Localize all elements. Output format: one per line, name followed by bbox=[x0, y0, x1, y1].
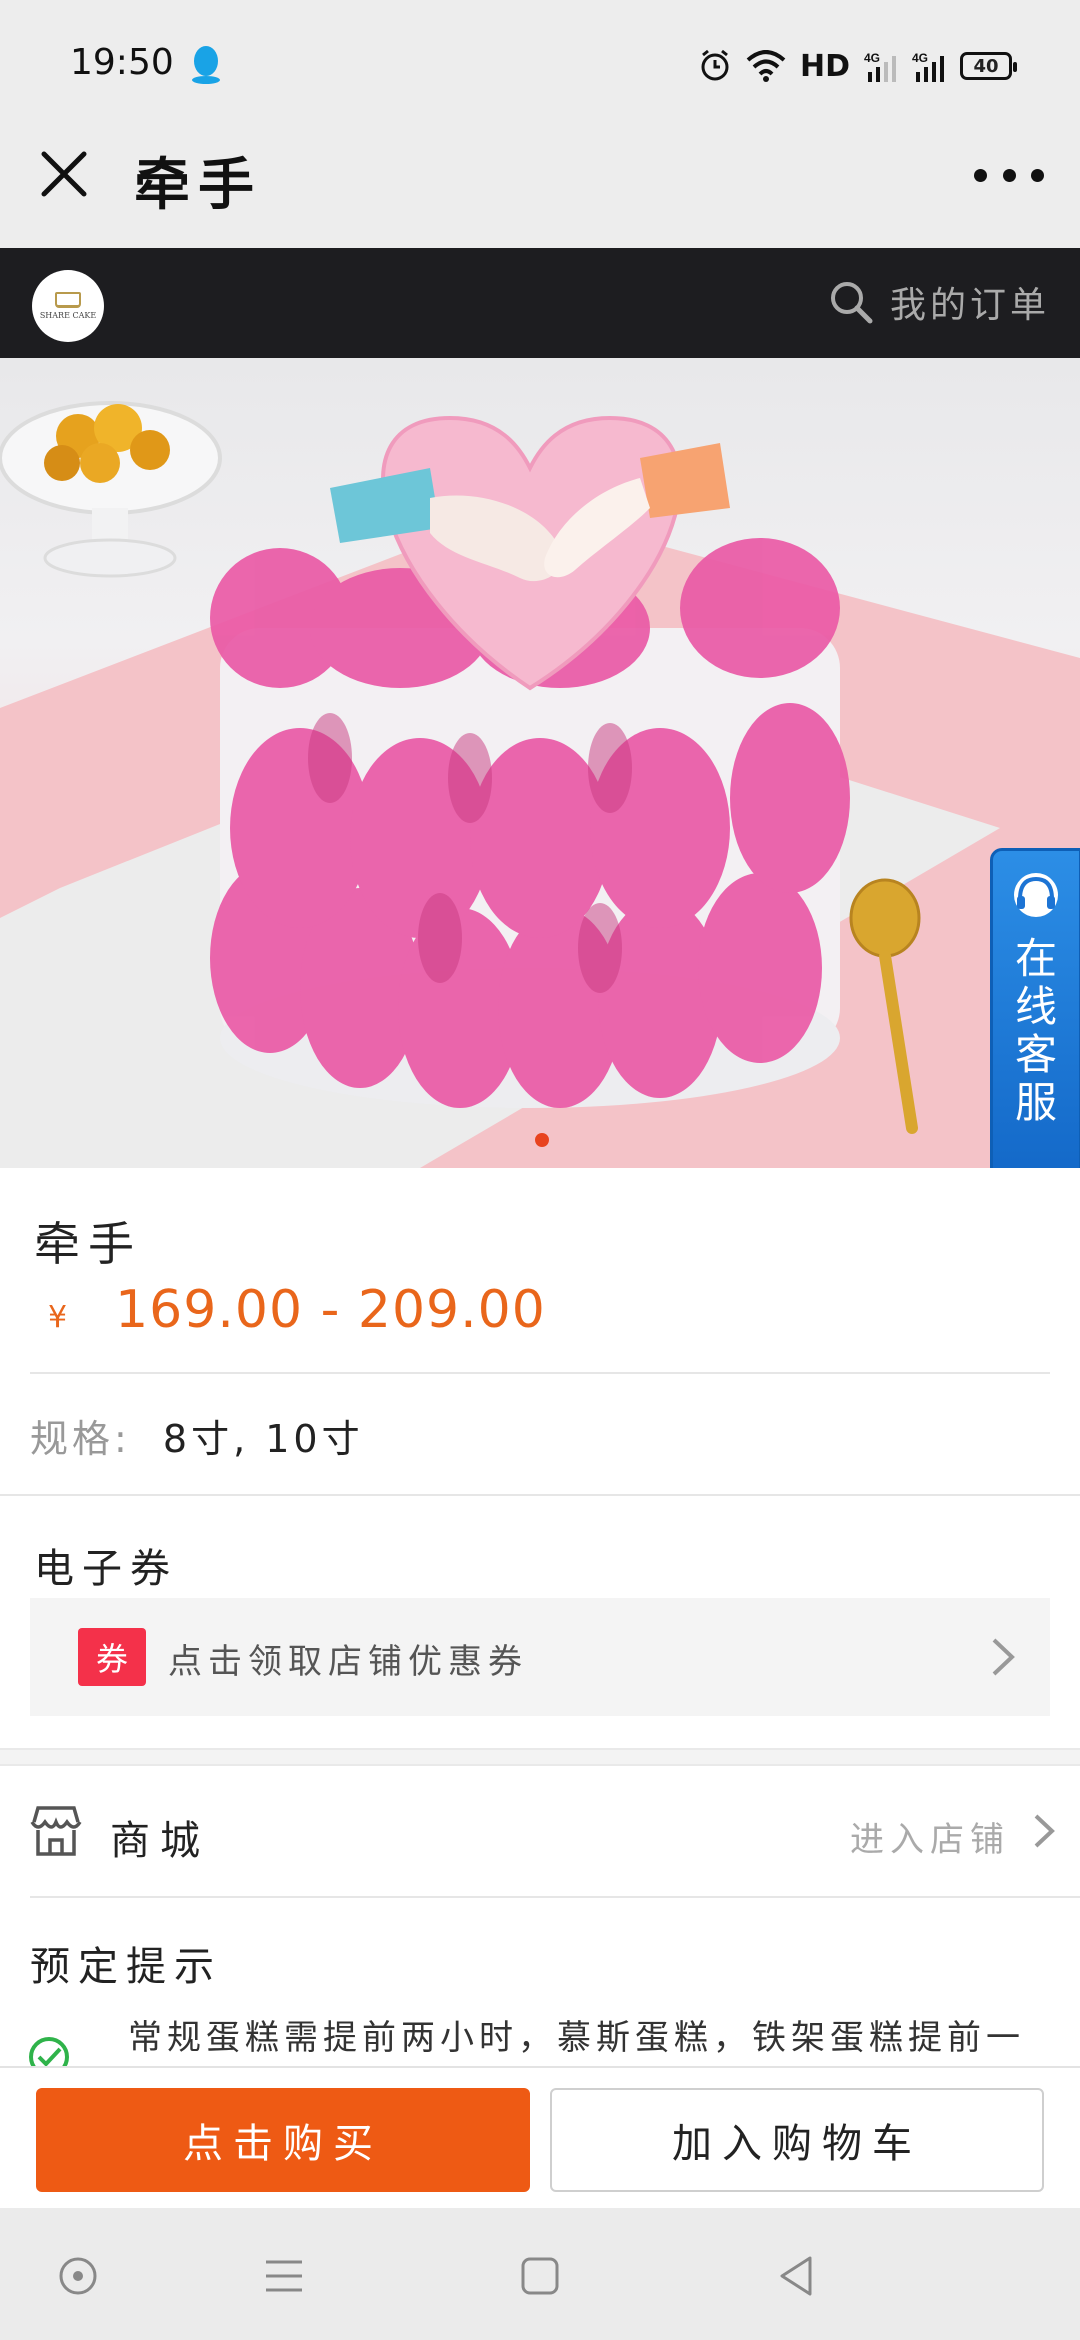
notice-title: 预定提示 bbox=[30, 1944, 222, 1990]
network-label: HD bbox=[799, 48, 850, 84]
back-icon[interactable] bbox=[774, 2254, 818, 2298]
assistant-icon[interactable] bbox=[56, 2254, 100, 2298]
shop-logo[interactable]: SHARE CAKE bbox=[32, 270, 104, 342]
headset-icon bbox=[1014, 873, 1058, 917]
signal-icon: 4G bbox=[864, 51, 896, 82]
mall-row[interactable]: 商城 进入店铺 bbox=[0, 1768, 1080, 1896]
price-range: 169.00 - 209.00 bbox=[115, 1280, 546, 1340]
action-bar: 点击购买 加入购物车 bbox=[0, 2066, 1080, 2208]
divider bbox=[0, 1494, 1080, 1496]
mall-label: 商城 bbox=[110, 1818, 210, 1864]
product-image-carousel[interactable] bbox=[0, 358, 1080, 1168]
carousel-indicator[interactable] bbox=[535, 1133, 549, 1147]
coupon-claim-row[interactable]: 券 点击领取店铺优惠券 bbox=[30, 1598, 1050, 1716]
divider bbox=[30, 1372, 1050, 1374]
crown-icon bbox=[55, 292, 81, 308]
currency-symbol: ¥ bbox=[48, 1300, 68, 1335]
shop-logo-text: SHARE CAKE bbox=[39, 311, 97, 320]
battery-icon: 40 bbox=[960, 52, 1017, 80]
divider bbox=[30, 1896, 1080, 1898]
home-icon[interactable] bbox=[518, 2254, 562, 2298]
more-icon[interactable] bbox=[974, 160, 1044, 190]
section-separator bbox=[0, 1748, 1080, 1766]
spec-row: 规格: 8寸, 10寸 bbox=[30, 1408, 364, 1463]
store-icon bbox=[30, 1806, 82, 1856]
spec-value: 8寸, 10寸 bbox=[162, 1417, 364, 1461]
status-time: 19:50 bbox=[70, 42, 174, 83]
customer-service-button[interactable]: 在线客服 bbox=[990, 848, 1080, 1184]
product-name: 牵手 bbox=[34, 1217, 142, 1271]
spec-label: 规格: bbox=[30, 1417, 131, 1461]
alarm-icon bbox=[701, 49, 729, 81]
coupon-text[interactable]: 点击领取店铺优惠券 bbox=[168, 1634, 528, 1683]
svg-text:4G: 4G bbox=[912, 51, 928, 65]
price-row: ¥ 169.00 - 209.00 bbox=[48, 1280, 546, 1340]
enter-store-link[interactable]: 进入店铺 bbox=[850, 1812, 1010, 1861]
shop-header: SHARE CAKE 我的订单 bbox=[0, 248, 1080, 358]
my-orders-label[interactable]: 我的订单 bbox=[890, 276, 1050, 328]
menu-icon[interactable] bbox=[262, 2254, 306, 2298]
coupon-section-title: 电子券 bbox=[34, 1546, 178, 1592]
chevron-right-icon bbox=[1034, 1814, 1055, 1848]
svg-text:4G: 4G bbox=[864, 51, 880, 65]
my-orders-link[interactable]: 我的订单 bbox=[828, 276, 1050, 328]
product-detail: 牵手 ¥ 169.00 - 209.00 规格: 8寸, 10寸 电子券 券 点… bbox=[0, 1168, 1080, 2077]
coupon-tag: 券 bbox=[78, 1628, 146, 1686]
add-to-cart-button[interactable]: 加入购物车 bbox=[550, 2088, 1044, 2192]
wifi-icon bbox=[746, 50, 786, 82]
cake-photo bbox=[0, 401, 1080, 1168]
close-icon[interactable] bbox=[38, 148, 90, 200]
customer-service-label[interactable]: 在线客服 bbox=[1013, 935, 1059, 1127]
search-icon[interactable] bbox=[828, 279, 874, 325]
nav-bar: 牵手 bbox=[0, 110, 1080, 248]
notice-text: 常规蛋糕需提前两小时，慕斯蛋糕，铁架蛋糕提前一 bbox=[128, 2018, 1025, 2058]
buy-now-button[interactable]: 点击购买 bbox=[36, 2088, 530, 2192]
status-icons: HD 4G 4G 40 bbox=[698, 46, 1017, 86]
signal-icon-2: 4G bbox=[912, 51, 944, 82]
page-title: 牵手 bbox=[134, 153, 262, 218]
chevron-right-icon bbox=[992, 1638, 1015, 1676]
system-nav-bar bbox=[0, 2208, 1080, 2340]
qq-icon bbox=[192, 46, 220, 84]
